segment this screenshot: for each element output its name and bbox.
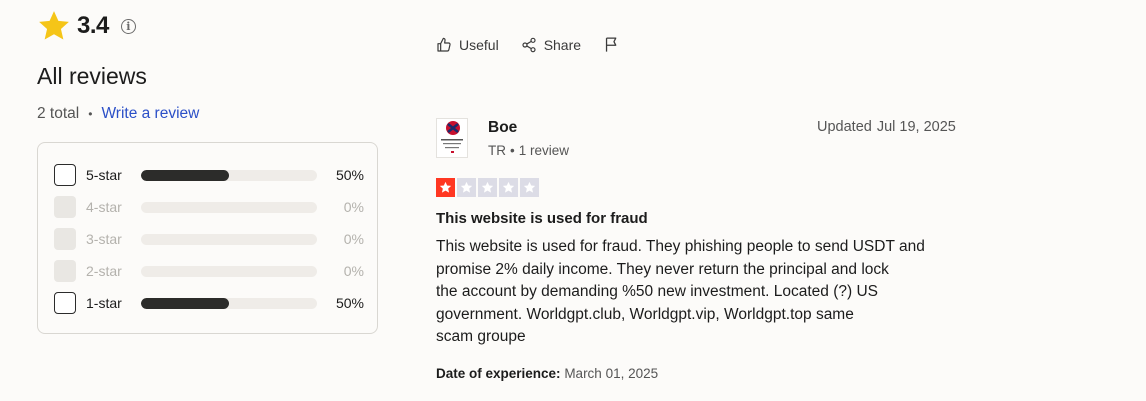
star-icon	[39, 11, 69, 40]
review-star-rating	[436, 178, 541, 197]
avatar-image	[437, 119, 467, 157]
distribution-percent: 0%	[343, 199, 364, 215]
reviewer-country: TR	[488, 143, 506, 158]
distribution-bar	[141, 169, 317, 181]
distribution-row-1-star[interactable]: 1-star 50%	[54, 291, 364, 315]
star-empty-icon	[499, 178, 518, 197]
distribution-bar	[141, 201, 317, 213]
review-body-line: government. Worldgpt.club, Worldgpt.vip,…	[436, 305, 854, 323]
star-empty-icon	[520, 178, 539, 197]
updated-label: Updated	[817, 119, 872, 135]
distribution-row-2-star: 2-star 0%	[54, 259, 364, 283]
review-updated-date: Updated Jul 19, 2025	[817, 119, 956, 135]
review-body-line: the account by demanding %50 new investm…	[436, 283, 879, 301]
distribution-row-3-star: 3-star 0%	[54, 227, 364, 251]
distribution-percent: 50%	[335, 295, 364, 311]
star-empty-icon	[457, 178, 476, 197]
write-review-link[interactable]: Write a review	[101, 105, 199, 123]
date-of-experience: Date of experience: March 01, 2025	[436, 366, 658, 381]
share-label: Share	[543, 36, 582, 53]
previous-review-actions: Useful Share	[436, 36, 649, 53]
distribution-label: 1-star	[86, 295, 122, 311]
updated-date: Jul 19, 2025	[876, 119, 956, 135]
checkbox-1-star[interactable]	[54, 292, 76, 314]
distribution-bar-fill	[141, 169, 229, 181]
meta-separator: •	[510, 143, 515, 158]
distribution-bar	[141, 233, 317, 245]
distribution-row-4-star: 4-star 0%	[54, 195, 364, 219]
thumbs-up-icon	[437, 37, 451, 52]
distribution-bar	[141, 265, 317, 277]
total-count: 2 total	[37, 105, 80, 122]
checkbox-3-star	[54, 228, 76, 250]
review-body-line: scam groupe	[436, 328, 526, 346]
distribution-label: 3-star	[86, 231, 122, 247]
reviewer-name[interactable]: Boe	[488, 119, 517, 137]
useful-label: Useful	[459, 36, 499, 53]
reviewer-avatar[interactable]	[436, 118, 468, 158]
review-title[interactable]: This website is used for fraud	[436, 210, 648, 227]
reviews-total-line: 2 total • Write a review	[37, 105, 199, 123]
checkbox-4-star	[54, 196, 76, 218]
distribution-percent: 50%	[335, 167, 364, 183]
average-rating: 3.4	[77, 12, 109, 39]
share-button[interactable]: Share	[521, 37, 581, 53]
info-icon[interactable]: i	[120, 18, 136, 34]
rating-summary: 3.4 i	[37, 9, 136, 43]
distribution-label: 2-star	[86, 263, 122, 279]
distribution-percent: 0%	[343, 263, 364, 279]
distribution-label: 4-star	[86, 199, 122, 215]
distribution-percent: 0%	[343, 231, 364, 247]
doe-label: Date of experience:	[436, 366, 561, 381]
flag-icon	[605, 37, 617, 52]
all-reviews-heading: All reviews	[37, 63, 147, 89]
distribution-bar-fill	[141, 297, 229, 309]
star-empty-icon	[478, 178, 497, 197]
share-icon	[522, 37, 536, 52]
doe-value: March 01, 2025	[564, 366, 659, 381]
reviewer-meta: TR • 1 review	[488, 143, 569, 158]
distribution-label: 5-star	[86, 167, 122, 183]
review-body: This website is used for fraud. They phi…	[436, 236, 976, 349]
distribution-bar	[141, 297, 317, 309]
separator-dot: •	[88, 107, 93, 121]
checkbox-5-star[interactable]	[54, 164, 76, 186]
reviewer-review-count: 1 review	[518, 143, 570, 158]
rating-distribution-filter: 5-star 50% 4-star 0% 3-star 0% 2-star 0%…	[37, 142, 378, 334]
useful-button[interactable]: Useful	[436, 37, 499, 53]
report-button[interactable]	[603, 36, 627, 53]
review-body-line: promise 2% daily income. They never retu…	[436, 260, 889, 278]
review-body-line: This website is used for fraud. They phi…	[436, 238, 925, 255]
checkbox-2-star	[54, 260, 76, 282]
star-filled-icon	[436, 178, 455, 197]
distribution-row-5-star[interactable]: 5-star 50%	[54, 163, 364, 187]
